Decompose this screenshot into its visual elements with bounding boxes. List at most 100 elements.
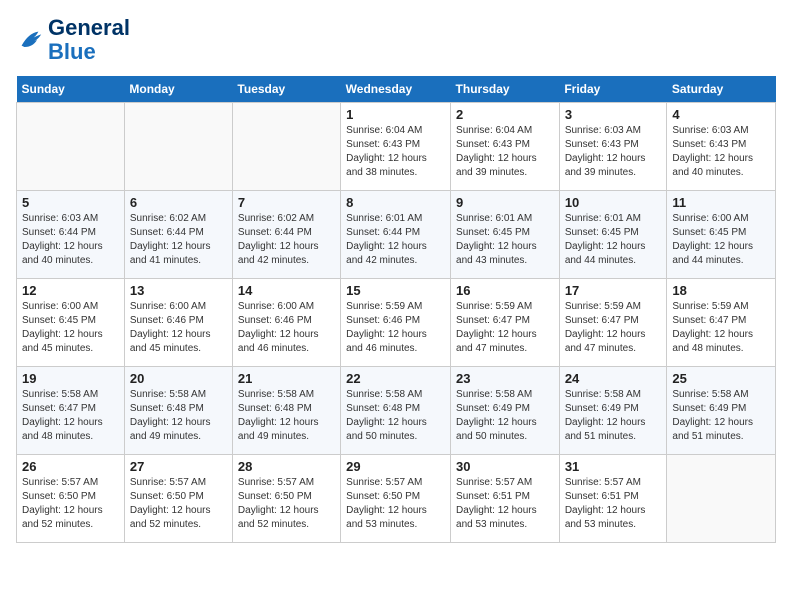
day-cell: 14 Sunrise: 6:00 AM Sunset: 6:46 PM Dayli… <box>232 279 340 367</box>
day-cell: 28 Sunrise: 5:57 AM Sunset: 6:50 PM Dayli… <box>232 455 340 543</box>
page-header: GeneralBlue <box>16 16 776 64</box>
day-number: 23 <box>456 371 554 386</box>
day-info: Sunrise: 6:03 AM Sunset: 6:43 PM Dayligh… <box>565 124 662 180</box>
day-info: Sunrise: 6:03 AM Sunset: 6:43 PM Dayligh… <box>672 124 770 180</box>
day-cell: 21 Sunrise: 5:58 AM Sunset: 6:48 PM Dayli… <box>232 367 340 455</box>
day-info: Sunrise: 5:58 AM Sunset: 6:49 PM Dayligh… <box>456 388 554 444</box>
day-info: Sunrise: 6:04 AM Sunset: 6:43 PM Dayligh… <box>456 124 554 180</box>
day-info: Sunrise: 6:00 AM Sunset: 6:46 PM Dayligh… <box>238 300 335 356</box>
day-number: 13 <box>130 283 227 298</box>
day-number: 7 <box>238 195 335 210</box>
day-cell: 10 Sunrise: 6:01 AM Sunset: 6:45 PM Dayli… <box>559 191 667 279</box>
day-number: 12 <box>22 283 119 298</box>
day-number: 22 <box>346 371 445 386</box>
day-cell: 19 Sunrise: 5:58 AM Sunset: 6:47 PM Dayli… <box>17 367 125 455</box>
day-cell <box>667 455 776 543</box>
day-cell: 5Sunrise: 6:03 AM Sunset: 6:44 PM Daylig… <box>17 191 125 279</box>
day-number: 6 <box>130 195 227 210</box>
day-cell: 3 Sunrise: 6:03 AM Sunset: 6:43 PM Daylig… <box>559 103 667 191</box>
day-info: Sunrise: 5:58 AM Sunset: 6:49 PM Dayligh… <box>565 388 662 444</box>
week-row-1: 1 Sunrise: 6:04 AM Sunset: 6:43 PM Daylig… <box>17 103 776 191</box>
day-number: 5 <box>22 195 119 210</box>
day-number: 30 <box>456 459 554 474</box>
day-number: 25 <box>672 371 770 386</box>
day-cell: 12 Sunrise: 6:00 AM Sunset: 6:45 PM Dayli… <box>17 279 125 367</box>
weekday-header-monday: Monday <box>124 76 232 103</box>
day-cell: 9 Sunrise: 6:01 AM Sunset: 6:45 PM Daylig… <box>451 191 560 279</box>
day-number: 3 <box>565 107 662 122</box>
week-row-5: 26Sunrise: 5:57 AM Sunset: 6:50 PM Dayli… <box>17 455 776 543</box>
logo-icon <box>16 26 44 54</box>
day-number: 20 <box>130 371 227 386</box>
day-info: Sunrise: 5:59 AM Sunset: 6:47 PM Dayligh… <box>672 300 770 356</box>
day-info: Sunrise: 6:00 AM Sunset: 6:46 PM Dayligh… <box>130 300 227 356</box>
day-cell: 16 Sunrise: 5:59 AM Sunset: 6:47 PM Dayli… <box>451 279 560 367</box>
day-info: Sunrise: 5:58 AM Sunset: 6:48 PM Dayligh… <box>238 388 335 444</box>
day-cell: 8Sunrise: 6:01 AM Sunset: 6:44 PM Daylig… <box>341 191 451 279</box>
day-cell: 2 Sunrise: 6:04 AM Sunset: 6:43 PM Daylig… <box>451 103 560 191</box>
day-info: Sunrise: 5:57 AM Sunset: 6:50 PM Dayligh… <box>238 476 335 532</box>
day-info: Sunrise: 5:58 AM Sunset: 6:48 PM Dayligh… <box>346 388 445 444</box>
weekday-header-row: SundayMondayTuesdayWednesdayThursdayFrid… <box>17 76 776 103</box>
day-cell: 27 Sunrise: 5:57 AM Sunset: 6:50 PM Dayli… <box>124 455 232 543</box>
day-info: Sunrise: 6:00 AM Sunset: 6:45 PM Dayligh… <box>22 300 119 356</box>
day-info: Sunrise: 5:59 AM Sunset: 6:47 PM Dayligh… <box>565 300 662 356</box>
day-cell: 29Sunrise: 5:57 AM Sunset: 6:50 PM Dayli… <box>341 455 451 543</box>
day-cell: 13 Sunrise: 6:00 AM Sunset: 6:46 PM Dayli… <box>124 279 232 367</box>
day-info: Sunrise: 6:02 AM Sunset: 6:44 PM Dayligh… <box>238 212 335 268</box>
day-cell: 17 Sunrise: 5:59 AM Sunset: 6:47 PM Dayli… <box>559 279 667 367</box>
day-number: 18 <box>672 283 770 298</box>
week-row-2: 5Sunrise: 6:03 AM Sunset: 6:44 PM Daylig… <box>17 191 776 279</box>
day-number: 9 <box>456 195 554 210</box>
weekday-header-saturday: Saturday <box>667 76 776 103</box>
week-row-4: 19 Sunrise: 5:58 AM Sunset: 6:47 PM Dayli… <box>17 367 776 455</box>
day-info: Sunrise: 5:58 AM Sunset: 6:47 PM Dayligh… <box>22 388 119 444</box>
logo-text: GeneralBlue <box>48 16 130 64</box>
day-info: Sunrise: 5:59 AM Sunset: 6:46 PM Dayligh… <box>346 300 445 356</box>
day-info: Sunrise: 6:01 AM Sunset: 6:45 PM Dayligh… <box>456 212 554 268</box>
calendar-table: SundayMondayTuesdayWednesdayThursdayFrid… <box>16 76 776 543</box>
day-number: 29 <box>346 459 445 474</box>
day-cell: 6 Sunrise: 6:02 AM Sunset: 6:44 PM Daylig… <box>124 191 232 279</box>
day-info: Sunrise: 5:57 AM Sunset: 6:50 PM Dayligh… <box>22 476 119 532</box>
day-number: 17 <box>565 283 662 298</box>
day-cell: 1Sunrise: 6:04 AM Sunset: 6:43 PM Daylig… <box>341 103 451 191</box>
day-info: Sunrise: 6:01 AM Sunset: 6:45 PM Dayligh… <box>565 212 662 268</box>
day-number: 10 <box>565 195 662 210</box>
weekday-header-friday: Friday <box>559 76 667 103</box>
weekday-header-sunday: Sunday <box>17 76 125 103</box>
day-info: Sunrise: 5:59 AM Sunset: 6:47 PM Dayligh… <box>456 300 554 356</box>
logo: GeneralBlue <box>16 16 130 64</box>
day-number: 14 <box>238 283 335 298</box>
day-number: 31 <box>565 459 662 474</box>
day-info: Sunrise: 6:00 AM Sunset: 6:45 PM Dayligh… <box>672 212 770 268</box>
day-number: 2 <box>456 107 554 122</box>
day-number: 16 <box>456 283 554 298</box>
day-number: 1 <box>346 107 445 122</box>
day-cell: 31 Sunrise: 5:57 AM Sunset: 6:51 PM Dayli… <box>559 455 667 543</box>
day-info: Sunrise: 6:01 AM Sunset: 6:44 PM Dayligh… <box>346 212 445 268</box>
day-cell <box>124 103 232 191</box>
day-number: 28 <box>238 459 335 474</box>
day-number: 19 <box>22 371 119 386</box>
day-info: Sunrise: 6:02 AM Sunset: 6:44 PM Dayligh… <box>130 212 227 268</box>
weekday-header-wednesday: Wednesday <box>341 76 451 103</box>
day-cell: 30 Sunrise: 5:57 AM Sunset: 6:51 PM Dayli… <box>451 455 560 543</box>
day-number: 11 <box>672 195 770 210</box>
day-info: Sunrise: 5:58 AM Sunset: 6:49 PM Dayligh… <box>672 388 770 444</box>
day-info: Sunrise: 5:57 AM Sunset: 6:51 PM Dayligh… <box>456 476 554 532</box>
day-number: 4 <box>672 107 770 122</box>
day-info: Sunrise: 5:57 AM Sunset: 6:51 PM Dayligh… <box>565 476 662 532</box>
day-info: Sunrise: 5:57 AM Sunset: 6:50 PM Dayligh… <box>130 476 227 532</box>
weekday-header-tuesday: Tuesday <box>232 76 340 103</box>
day-cell: 25 Sunrise: 5:58 AM Sunset: 6:49 PM Dayli… <box>667 367 776 455</box>
day-cell: 23 Sunrise: 5:58 AM Sunset: 6:49 PM Dayli… <box>451 367 560 455</box>
day-cell: 20 Sunrise: 5:58 AM Sunset: 6:48 PM Dayli… <box>124 367 232 455</box>
day-cell: 15Sunrise: 5:59 AM Sunset: 6:46 PM Dayli… <box>341 279 451 367</box>
day-cell <box>17 103 125 191</box>
day-info: Sunrise: 5:58 AM Sunset: 6:48 PM Dayligh… <box>130 388 227 444</box>
weekday-header-thursday: Thursday <box>451 76 560 103</box>
day-cell: 18 Sunrise: 5:59 AM Sunset: 6:47 PM Dayli… <box>667 279 776 367</box>
day-number: 27 <box>130 459 227 474</box>
day-number: 21 <box>238 371 335 386</box>
